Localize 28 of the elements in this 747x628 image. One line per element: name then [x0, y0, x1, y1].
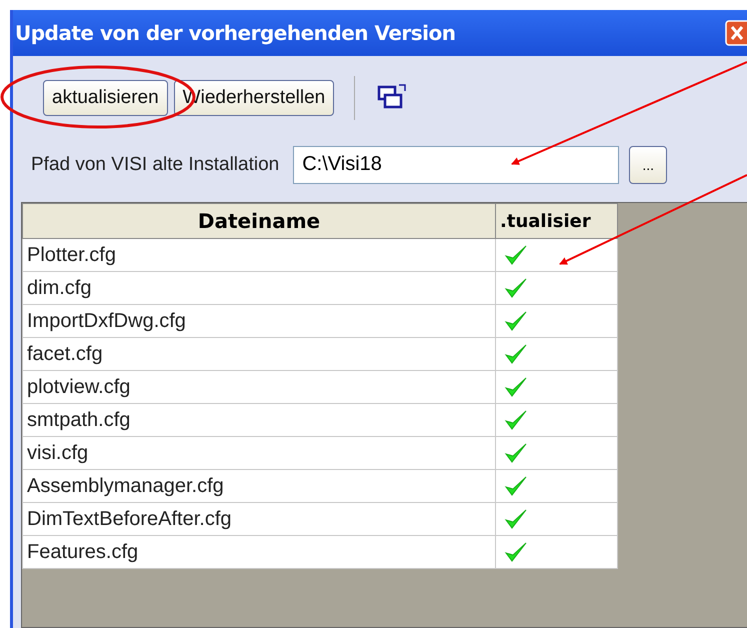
check-icon[interactable]	[504, 508, 528, 530]
check-icon[interactable]	[504, 244, 528, 266]
check-icon[interactable]	[504, 376, 528, 398]
table-cell: ImportDxfDwg.cfg	[22, 304, 496, 338]
check-icon[interactable]	[504, 310, 528, 332]
column-header[interactable]: Dateiname	[22, 204, 496, 238]
table-cell: smtpath.cfg	[22, 404, 496, 436]
window-title: Update von der vorhergehenden Version	[15, 21, 456, 45]
path-label: Pfad von VISI alte Installation	[31, 154, 280, 176]
path-input-field[interactable]: C:\Visi18	[293, 146, 620, 184]
check-icon[interactable]	[504, 475, 528, 497]
table-cell: Assemblymanager.cfg	[22, 470, 496, 502]
table-cell: plotview.cfg	[22, 370, 496, 404]
close-icon[interactable]	[725, 20, 747, 46]
check-icon[interactable]	[504, 343, 528, 365]
check-icon[interactable]	[504, 409, 528, 431]
check-icon[interactable]	[504, 277, 528, 299]
check-icon[interactable]	[504, 442, 528, 464]
check-icon[interactable]	[504, 541, 528, 563]
browse-button[interactable]: ...	[629, 146, 668, 184]
table-cell: facet.cfg	[22, 338, 496, 370]
table-cell: Features.cfg	[22, 536, 496, 568]
column-header[interactable]: .tualisier	[496, 204, 618, 238]
table-cell: Plotter.cfg	[22, 238, 496, 272]
table-cell: visi.cfg	[22, 436, 496, 470]
toolbar-button[interactable]: aktualisieren	[43, 80, 168, 116]
table-cell: DimTextBeforeAfter.cfg	[22, 502, 496, 536]
table-cell: dim.cfg	[22, 272, 496, 304]
